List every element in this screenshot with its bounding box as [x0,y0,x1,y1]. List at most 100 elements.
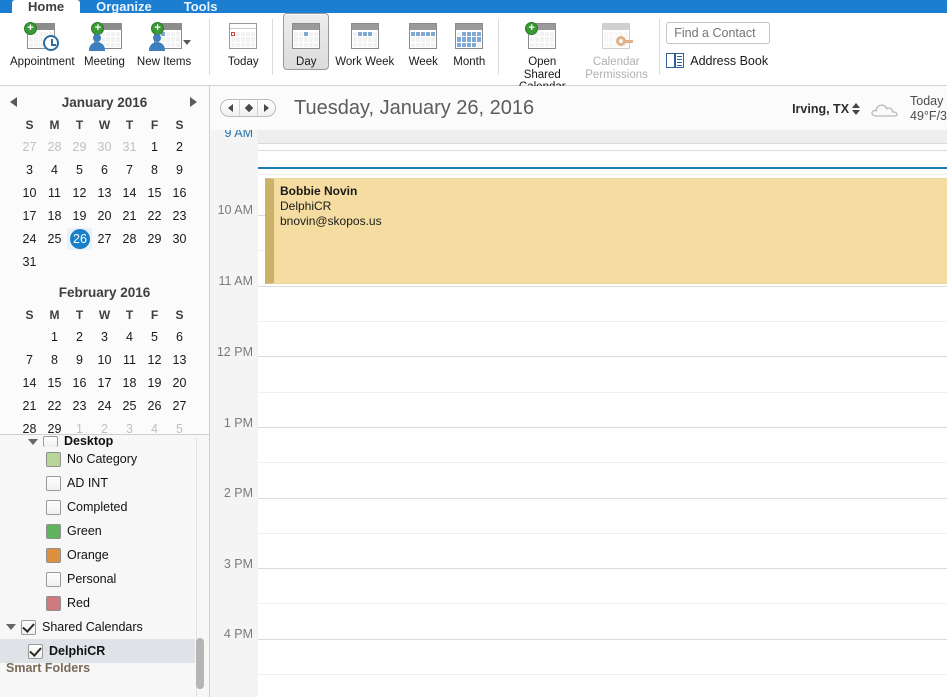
view-day-button[interactable]: Day [283,13,330,70]
mini-day[interactable]: 12 [67,182,92,204]
mini-day[interactable]: 26 [142,395,167,417]
category-row[interactable]: No Category [0,447,195,471]
chevron-down-icon[interactable] [183,40,192,45]
mini-day[interactable]: 20 [92,205,117,227]
category-row[interactable]: Personal [0,567,195,591]
mini-day[interactable]: 8 [142,159,167,181]
scrollbar-thumb[interactable] [196,638,204,689]
mini-day[interactable]: 4 [42,159,67,181]
mini-day[interactable]: 4 [117,326,142,348]
tab-tools[interactable]: Tools [168,0,234,13]
delphicr-checkbox[interactable] [28,643,43,659]
mini-day[interactable]: 21 [17,395,42,417]
folder-row-smart-folders[interactable]: Smart Folders [0,663,195,673]
mini-day[interactable]: 31 [17,251,42,273]
mini-day[interactable]: 2 [67,326,92,348]
mini-day[interactable]: 17 [17,205,42,227]
category-checkbox[interactable] [46,571,61,587]
mini-day[interactable]: 29 [142,228,167,250]
disclosure-triangle-icon[interactable] [28,439,38,445]
category-color-swatch[interactable] [46,547,61,563]
mini-day[interactable]: 2 [167,136,192,158]
mini-day[interactable]: 24 [92,395,117,417]
mini-day[interactable]: 9 [67,349,92,371]
view-week-button[interactable]: Week [400,13,446,69]
mini-day[interactable]: 11 [42,182,67,204]
folder-row-delphicr[interactable]: DelphiCR [0,639,195,663]
open-shared-calendar-button[interactable]: + Open Shared Calendar [505,13,579,94]
mini-day[interactable]: 28 [42,136,67,158]
mini-day[interactable]: 5 [142,326,167,348]
view-work-week-button[interactable]: Work Week [329,13,400,69]
category-row[interactable]: Completed [0,495,195,519]
mini-day[interactable] [142,251,167,273]
sidebar-scrollbar[interactable] [196,438,204,697]
mini-day[interactable]: 13 [167,349,192,371]
mini-day[interactable]: 28 [117,228,142,250]
mini-day[interactable]: 1 [42,326,67,348]
mini-day[interactable]: 16 [67,372,92,394]
tab-home[interactable]: Home [12,0,81,13]
category-row[interactable]: AD INT [0,471,195,495]
folder-row-desktop[interactable]: Desktop [0,436,195,447]
mini-day[interactable]: 12 [142,349,167,371]
mini-day[interactable]: 23 [167,205,192,227]
weather-location[interactable]: Irving, TX [792,102,861,116]
mini-day[interactable]: 17 [92,372,117,394]
mini-day[interactable]: 7 [17,349,42,371]
mini-day[interactable]: 3 [17,159,42,181]
category-row[interactable]: Orange [0,543,195,567]
desktop-checkbox[interactable] [43,436,58,447]
mini-day[interactable]: 10 [92,349,117,371]
mini-day[interactable]: 27 [167,395,192,417]
mini-day[interactable]: 23 [67,395,92,417]
next-month-arrow-icon[interactable] [190,97,197,107]
mini-day[interactable] [92,251,117,273]
mini-day[interactable]: 30 [167,228,192,250]
mini-day[interactable]: 25 [117,395,142,417]
calendar-permissions-button[interactable]: Calendar Permissions [579,13,653,81]
disclosure-triangle-icon[interactable] [6,624,16,630]
calendar-day-grid[interactable]: 9 AM 10 AM 11 AM 12 PM 1 PM 2 PM 3 PM 4 … [210,130,947,697]
category-color-swatch[interactable] [46,523,61,539]
today-nav-button[interactable] [239,100,257,116]
mini-day[interactable]: 27 [17,136,42,158]
category-checkbox[interactable] [46,499,61,515]
mini-day[interactable]: 13 [92,182,117,204]
mini-day[interactable]: 8 [42,349,67,371]
mini-day[interactable]: 14 [17,372,42,394]
mini-day[interactable]: 6 [167,326,192,348]
mini-day[interactable]: 22 [42,395,67,417]
category-row[interactable]: Green [0,519,195,543]
meeting-button[interactable]: + Meeting [78,13,131,69]
mini-day[interactable]: 29 [67,136,92,158]
day-column[interactable]: Bobbie Novin DelphiCR bnovin@skopos.us [258,130,947,697]
mini-day[interactable]: 3 [92,326,117,348]
mini-day[interactable]: 18 [42,205,67,227]
category-color-swatch[interactable] [46,595,61,611]
appointment-button[interactable]: + Appointment [4,13,78,69]
mini-day[interactable]: 6 [92,159,117,181]
mini-day[interactable]: 31 [117,136,142,158]
view-month-button[interactable]: Month [446,13,492,69]
mini-day[interactable] [67,251,92,273]
mini-day[interactable]: 16 [167,182,192,204]
shared-calendars-checkbox[interactable] [21,619,36,635]
mini-day[interactable]: 18 [117,372,142,394]
mini-day[interactable]: 20 [167,372,192,394]
previous-day-button[interactable] [221,100,239,116]
today-button[interactable]: Today [220,13,266,69]
mini-day[interactable]: 9 [167,159,192,181]
calendar-event[interactable]: Bobbie Novin DelphiCR bnovin@skopos.us [265,178,947,284]
mini-day[interactable]: 25 [42,228,67,250]
mini-day-selected[interactable]: 26 [67,228,92,250]
mini-day[interactable]: 30 [92,136,117,158]
mini-day[interactable]: 14 [117,182,142,204]
mini-day[interactable]: 21 [117,205,142,227]
address-book-button[interactable]: Address Book [666,53,768,68]
mini-day[interactable] [167,251,192,273]
mini-day[interactable]: 19 [142,372,167,394]
new-items-button[interactable]: + New Items [131,13,197,69]
mini-day[interactable]: 27 [92,228,117,250]
category-checkbox[interactable] [46,475,61,491]
